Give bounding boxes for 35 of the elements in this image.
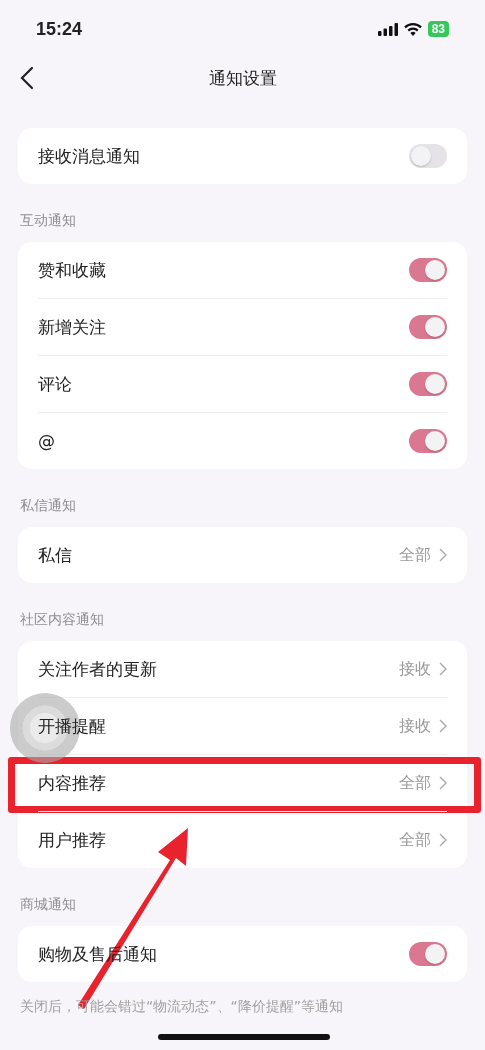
setting-label: 内容推荐 [38,771,106,795]
page-title: 通知设置 [208,66,277,90]
section-header: 社区内容通知 [19,610,105,629]
chevron-icon [439,719,447,733]
section-header: 互动通知 [19,211,77,230]
toggle-switch[interactable] [409,258,447,282]
chevron-icon [439,548,447,562]
status-time: 15:24 [36,18,83,40]
setting-label: 用户推荐 [38,828,106,852]
chevron-icon [439,776,447,790]
setting-label: 新增关注 [38,315,106,339]
setting-value-link[interactable]: 全部 [399,829,447,851]
toggle-switch[interactable] [409,942,447,966]
setting-value-link[interactable]: 全部 [399,544,447,566]
toggle-switch[interactable] [409,429,447,453]
chevron-icon [439,662,447,676]
setting-value-link[interactable]: 接收 [399,658,447,680]
setting-value-link[interactable]: 接收 [399,715,447,737]
setting-label: 私信 [38,543,72,567]
setting-label: 赞和收藏 [38,258,106,282]
wifi-icon [403,22,422,36]
signal-icon [377,22,398,36]
chevron-icon [439,833,447,847]
setting-label: 接收消息通知 [38,144,140,168]
toggle-switch[interactable] [409,372,447,396]
setting-label: 开播提醒 [38,714,106,738]
setting-label: 关注作者的更新 [38,657,157,681]
battery-indicator: 83 [427,21,449,37]
section-header: 商城通知 [19,895,77,914]
toggle-switch[interactable] [409,144,447,168]
toggle-switch[interactable] [409,315,447,339]
setting-value-link[interactable]: 全部 [399,772,447,794]
setting-label: @ [38,431,55,451]
setting-label: 评论 [38,372,72,396]
section-header: 私信通知 [19,496,77,515]
